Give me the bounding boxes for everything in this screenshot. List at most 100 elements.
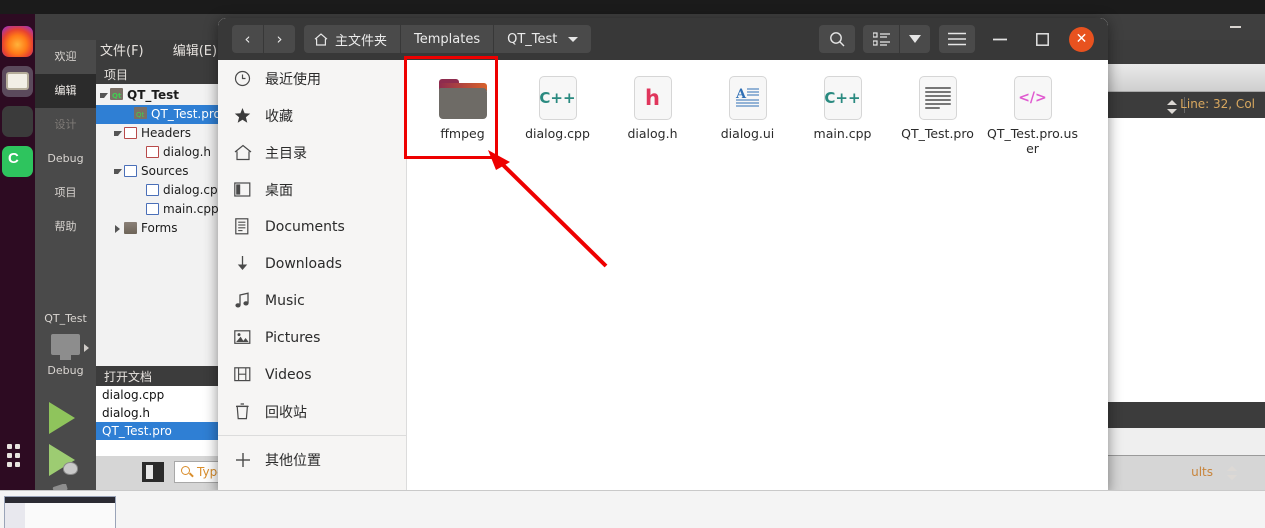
vscode-icon[interactable]: C	[2, 146, 33, 177]
forms-folder-icon	[124, 222, 137, 234]
file-grid-view[interactable]: ffmpeg C++ dialog.cpp h dialog.h A dialo…	[407, 60, 1108, 492]
menu-file[interactable]: 文件(F)	[96, 40, 148, 64]
tree-item-qt-test[interactable]: QT_Test	[96, 86, 221, 105]
breadcrumb-qt-test-label: QT_Test	[507, 31, 558, 47]
ubuntu-dock: C	[0, 14, 35, 490]
results-spinner-icon[interactable]	[1227, 466, 1237, 480]
list-view-button[interactable]	[863, 25, 899, 53]
sidebar-item-recent[interactable]: 最近使用	[218, 60, 406, 97]
sidebar-item-downloads[interactable]: Downloads	[218, 245, 406, 282]
tree-item-label: dialog.cpp	[163, 183, 221, 197]
sidebar-item-music[interactable]: Music	[218, 282, 406, 319]
files-header-bar: ‹ › 主文件夹 Templates QT_Test ✕	[218, 18, 1108, 60]
show-applications-icon[interactable]	[7, 444, 28, 468]
kit-monitor-icon	[51, 334, 80, 360]
twisty-down-icon[interactable]	[100, 93, 108, 98]
search-button[interactable]	[819, 25, 855, 53]
sidebar-item-trash[interactable]: 回收站	[218, 393, 406, 430]
terminal-icon[interactable]	[2, 106, 33, 137]
navigation-buttons: ‹ ›	[232, 25, 295, 53]
mode-welcome[interactable]: 欢迎	[35, 40, 96, 74]
mode-projects[interactable]: 项目	[35, 176, 96, 210]
minimize-button[interactable]	[983, 25, 1017, 53]
twisty-right-icon[interactable]	[115, 225, 120, 233]
screenshot-root: C 欢迎 编辑 设计 Debug 项目 帮助 QT_Test Debug 文件(…	[0, 0, 1265, 528]
tree-item-label: main.cpp	[163, 202, 219, 216]
tree-item-headers[interactable]: Headers	[96, 124, 221, 143]
mode-help[interactable]: 帮助	[35, 210, 96, 244]
file-item-dialog-h[interactable]: h dialog.h	[605, 68, 700, 168]
open-doc-qt-test-pro[interactable]: QT_Test.pro	[96, 422, 221, 440]
view-options-button[interactable]	[900, 25, 930, 53]
sidebar-item-label: 其他位置	[265, 452, 321, 469]
tree-item-label: Forms	[141, 221, 178, 235]
maximize-button[interactable]	[1025, 25, 1059, 53]
sidebar-item-label: 回收站	[265, 404, 307, 421]
editor-spinner-icon[interactable]	[1167, 99, 1177, 114]
open-doc-dialog-h[interactable]: dialog.h	[96, 404, 221, 422]
tree-item-sources[interactable]: Sources	[96, 162, 221, 181]
music-icon	[232, 292, 253, 310]
run-button[interactable]	[49, 402, 75, 434]
file-item-dialog-ui[interactable]: A dialog.ui	[700, 68, 795, 168]
sidebar-item-label: 主目录	[265, 145, 307, 162]
open-documents-title: 打开文档	[96, 366, 221, 386]
tree-item-dialog-h[interactable]: dialog.h	[96, 143, 221, 162]
tree-item-forms[interactable]: Forms	[96, 219, 221, 238]
file-label: main.cpp	[813, 126, 872, 141]
open-documents-panel: 打开文档 dialog.cpp dialog.h QT_Test.pro	[96, 366, 221, 456]
files-icon[interactable]	[2, 66, 33, 97]
sidebar-item-home[interactable]: 主目录	[218, 134, 406, 171]
download-icon	[232, 255, 253, 273]
qt-file-icon	[134, 107, 147, 119]
breadcrumb-qt-test[interactable]: QT_Test	[494, 25, 592, 53]
mode-design[interactable]: 设计	[35, 108, 96, 142]
close-button[interactable]: ✕	[1069, 26, 1094, 52]
file-item-main-cpp[interactable]: C++ main.cpp	[795, 68, 890, 168]
forward-button[interactable]: ›	[264, 25, 295, 53]
project-panel: 项目 QT_Test QT_Test.pro Headers dialog.h	[96, 64, 221, 366]
search-icon	[181, 466, 190, 475]
tree-item-label: Headers	[141, 126, 191, 140]
source-file-icon	[146, 203, 159, 215]
toggle-sidebar-button[interactable]	[142, 462, 164, 482]
menu-edit[interactable]: 编辑(E)	[169, 40, 221, 64]
mode-edit[interactable]: 编辑	[35, 74, 96, 108]
sidebar-item-desktop[interactable]: 桌面	[218, 171, 406, 208]
sidebar-item-pictures[interactable]: Pictures	[218, 319, 406, 356]
tree-item-qt-test-pro[interactable]: QT_Test.pro	[96, 105, 221, 124]
tree-item-main-cpp[interactable]: main.cpp	[96, 200, 221, 219]
clock-icon	[232, 70, 253, 88]
hamburger-menu-button[interactable]	[939, 25, 975, 53]
source-file-icon	[146, 184, 159, 196]
sidebar-item-videos[interactable]: Videos	[218, 356, 406, 393]
file-item-qt-test-pro-user[interactable]: </> QT_Test.pro.user	[985, 68, 1080, 168]
files-body: 最近使用 收藏 主目录 桌面 Documents Downloads Music…	[218, 60, 1108, 492]
breadcrumb-templates[interactable]: Templates	[401, 25, 494, 53]
sources-folder-icon	[124, 165, 137, 177]
header-file-icon	[146, 146, 159, 158]
sidebar-item-starred[interactable]: 收藏	[218, 97, 406, 134]
open-doc-dialog-cpp[interactable]: dialog.cpp	[96, 386, 221, 404]
back-button[interactable]: ‹	[232, 25, 263, 53]
cpp-badge: C++	[538, 76, 577, 120]
sidebar-item-documents[interactable]: Documents	[218, 208, 406, 245]
qtcreator-minimize-button[interactable]	[1230, 26, 1241, 28]
debug-bug-icon	[63, 462, 78, 475]
file-item-dialog-cpp[interactable]: C++ dialog.cpp	[510, 68, 605, 168]
twisty-down-icon[interactable]	[114, 131, 122, 136]
kit-build-config: Debug	[47, 364, 84, 377]
project-tree[interactable]: QT_Test QT_Test.pro Headers dialog.h Sou…	[96, 84, 221, 238]
mode-debug[interactable]: Debug	[35, 142, 96, 176]
tree-item-dialog-cpp[interactable]: dialog.cpp	[96, 181, 221, 200]
sidebar-item-other-locations[interactable]: 其他位置	[218, 441, 406, 478]
file-item-qt-test-pro[interactable]: QT_Test.pro	[890, 68, 985, 168]
breadcrumb-home[interactable]: 主文件夹	[304, 25, 401, 53]
text-file-icon	[914, 76, 962, 120]
header-badge: h	[633, 76, 672, 120]
firefox-icon[interactable]	[2, 26, 33, 57]
chevron-down-icon[interactable]	[568, 36, 579, 42]
window-thumbnail[interactable]	[4, 496, 116, 528]
twisty-down-icon[interactable]	[114, 169, 122, 174]
cursor-position-label: Line: 32, Col	[1180, 97, 1255, 111]
